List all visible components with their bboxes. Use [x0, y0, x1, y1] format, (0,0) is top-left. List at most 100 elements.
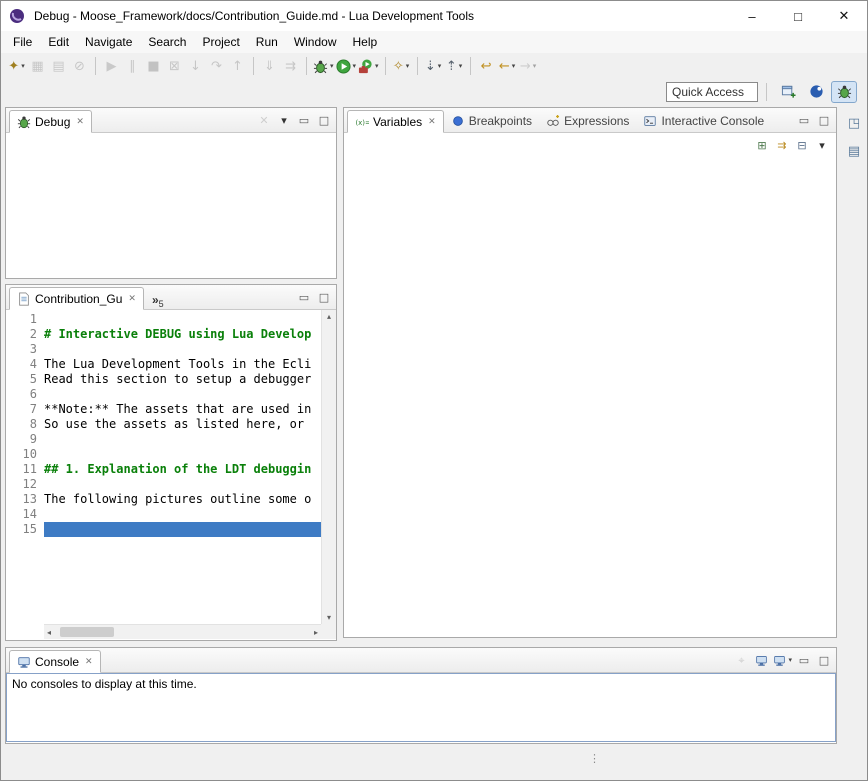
open-search-button[interactable]: ✧▾ [391, 55, 412, 77]
code-line[interactable] [44, 522, 321, 537]
code-line[interactable] [44, 447, 321, 462]
code-line[interactable]: **Note:** The assets that are used in [44, 402, 321, 417]
tab-expressions[interactable]: Expressions [539, 109, 636, 132]
show-type-names-icon: ⊞ [757, 140, 766, 151]
disconnect-button[interactable]: ⊠ [164, 55, 185, 77]
print-icon: ▤ [52, 60, 64, 73]
menu-run[interactable]: Run [248, 32, 286, 52]
menu-project[interactable]: Project [194, 32, 247, 52]
step-return-button[interactable]: ↑ [227, 55, 248, 77]
quick-access-input[interactable]: Quick Access [666, 82, 758, 102]
show-logical-structure-button[interactable]: ⇉ [773, 137, 791, 155]
code-line[interactable]: Read this section to setup a debugger [44, 372, 321, 387]
pin-console-button[interactable]: ⌖ [732, 651, 750, 669]
code-line[interactable] [44, 312, 321, 327]
open-perspective-button[interactable] [775, 81, 801, 103]
tab-interactive-console[interactable]: Interactive Console [636, 109, 771, 132]
external-tools-button[interactable]: ▾ [357, 55, 380, 77]
svg-text:(x)=: (x)= [355, 119, 369, 127]
previous-annotation-button[interactable]: ⇡▾ [444, 55, 465, 77]
step-over-button[interactable]: ↷ [206, 55, 227, 77]
open-console-button[interactable]: ▾ [772, 651, 793, 669]
back-button[interactable]: ←▾ [497, 55, 518, 77]
scroll-left-icon[interactable]: ◂ [47, 628, 51, 637]
minimize-view-button[interactable]: ▭ [295, 288, 313, 306]
tab-breakpoints[interactable]: Breakpoints [444, 109, 539, 132]
scroll-up-icon[interactable]: ▴ [327, 312, 331, 321]
maximize-view-button[interactable]: □ [815, 111, 833, 129]
menu-search[interactable]: Search [140, 32, 194, 52]
menu-navigate[interactable]: Navigate [77, 32, 140, 52]
minimize-view-button[interactable]: ▭ [795, 651, 813, 669]
line-number-gutter: 123456789101112131415 [6, 310, 44, 624]
drop-to-frame-button[interactable]: ⇓ [259, 55, 280, 77]
menu-help[interactable]: Help [345, 32, 386, 52]
vertical-scrollbar[interactable]: ▴ ▾ [321, 310, 336, 624]
menu-file[interactable]: File [5, 32, 40, 52]
close-tab-icon[interactable]: ✕ [428, 116, 436, 127]
suspend-button[interactable]: ∥ [122, 55, 143, 77]
scrollbar-thumb[interactable] [60, 627, 114, 637]
save-button[interactable]: ▦ [27, 55, 48, 77]
variables-view-header: (x)=Variables✕BreakpointsExpressionsInte… [344, 108, 836, 133]
skip-all-breakpoints-button[interactable]: ⊘ [69, 55, 90, 77]
open-console-icon [773, 654, 786, 667]
menu-edit[interactable]: Edit [40, 32, 77, 52]
scroll-right-icon[interactable]: ▸ [314, 628, 318, 637]
line-number: 5 [6, 372, 37, 387]
window-close-button[interactable]: ✕ [821, 1, 867, 31]
window-maximize-button[interactable]: □ [775, 1, 821, 31]
restore-views-button[interactable]: ◳ [844, 113, 864, 133]
run-button[interactable]: ▾ [335, 55, 358, 77]
horizontal-scrollbar[interactable]: ◂ ▸ [44, 624, 321, 639]
resume-button[interactable]: ▶ [101, 55, 122, 77]
code-line[interactable] [44, 507, 321, 522]
menu-window[interactable]: Window [286, 32, 345, 52]
display-selected-console-button[interactable] [752, 651, 770, 669]
tab-variables[interactable]: (x)=Variables✕ [347, 110, 444, 133]
scroll-down-icon[interactable]: ▾ [327, 613, 331, 622]
tab-console[interactable]: Console ✕ [9, 650, 101, 673]
print-button[interactable]: ▤ [48, 55, 69, 77]
code-line[interactable] [44, 432, 321, 447]
maximize-view-button[interactable]: □ [315, 288, 333, 306]
code-line[interactable] [44, 342, 321, 357]
minimize-view-button[interactable]: ▭ [795, 111, 813, 129]
tab-debug[interactable]: Debug ✕ [9, 110, 92, 133]
resize-grip[interactable]: ⋮ [589, 754, 600, 765]
maximize-view-button[interactable]: □ [315, 111, 333, 129]
code-line[interactable]: # Interactive DEBUG using Lua Develop [44, 327, 321, 342]
code-line[interactable]: So use the assets as listed here, or [44, 417, 321, 432]
step-into-button[interactable]: ↓ [185, 55, 206, 77]
code-line[interactable] [44, 387, 321, 402]
code-line[interactable]: The Lua Development Tools in the Ecli [44, 357, 321, 372]
next-annotation-button[interactable]: ⇣▾ [423, 55, 444, 77]
use-step-filters-button[interactable]: ⇉ [280, 55, 301, 77]
close-tab-icon[interactable]: ✕ [128, 293, 136, 304]
editor-tab-overflow[interactable]: » 5 [144, 291, 169, 309]
view-menu-button[interactable]: ▾ [275, 111, 293, 129]
variables-content [344, 158, 836, 636]
close-tab-icon[interactable]: ✕ [76, 116, 84, 127]
collapse-all-button[interactable]: ⊟ [793, 137, 811, 155]
minimize-view-button[interactable]: ▭ [295, 111, 313, 129]
window-minimize-button[interactable]: – [729, 1, 775, 31]
last-edit-location-button[interactable]: ↩ [476, 55, 497, 77]
remove-all-terminated-button[interactable]: ✕ [255, 111, 273, 129]
new-wizard-button[interactable]: ✦▾ [6, 55, 27, 77]
maximize-view-button[interactable]: □ [815, 651, 833, 669]
show-type-names-button[interactable]: ⊞ [753, 137, 771, 155]
view-menu-button[interactable]: ▾ [813, 137, 831, 155]
code-line[interactable]: ## 1. Explanation of the LDT debuggin [44, 462, 321, 477]
code-text-area[interactable]: # Interactive DEBUG using Lua Develop The… [44, 310, 321, 624]
tab-contribution-guide[interactable]: Contribution_Gu ✕ [9, 287, 144, 310]
close-tab-icon[interactable]: ✕ [85, 656, 93, 667]
minimized-view-button[interactable]: ▤ [844, 141, 864, 161]
debug-button[interactable]: ▾ [312, 55, 335, 77]
forward-button[interactable]: →▾ [518, 55, 539, 77]
lua-perspective-button[interactable] [803, 81, 829, 103]
debug-perspective-button[interactable] [831, 81, 857, 103]
code-line[interactable]: The following pictures outline some o [44, 492, 321, 507]
terminate-button[interactable]: ■ [143, 55, 164, 77]
code-line[interactable] [44, 477, 321, 492]
